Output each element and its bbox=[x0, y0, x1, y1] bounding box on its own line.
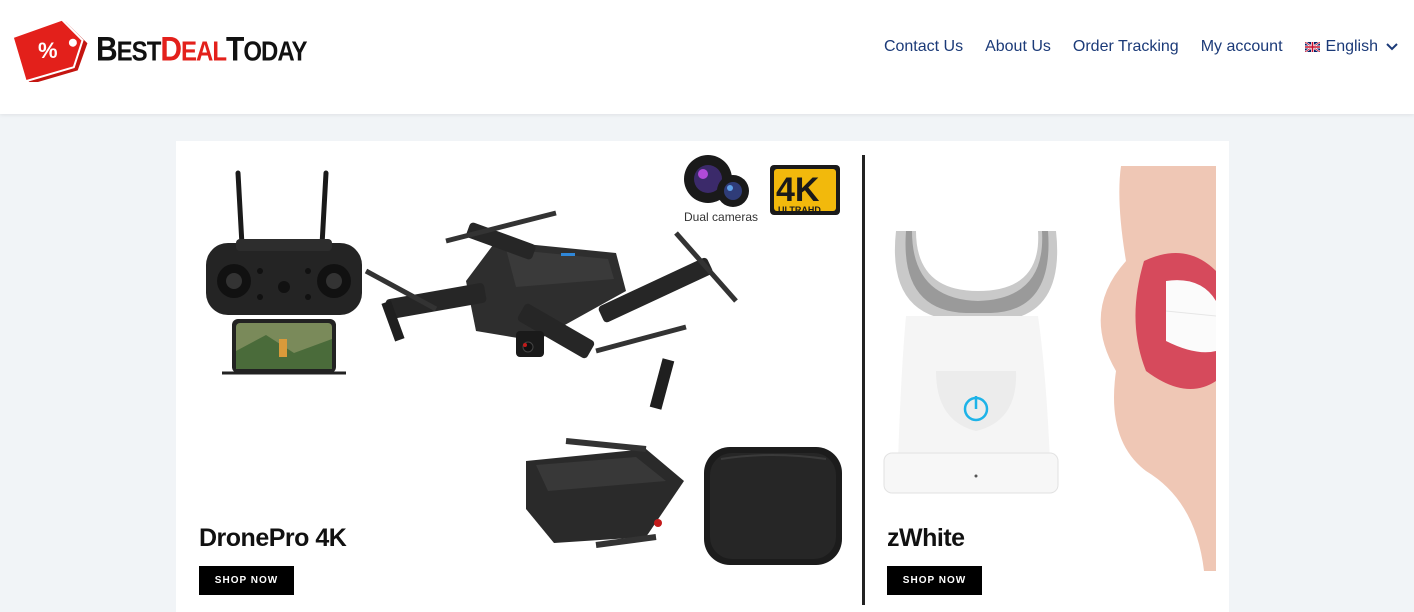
price-tag-logo-icon: % bbox=[11, 18, 92, 85]
product-banner-card: Dual cameras 4K ULTRAHD DronePro 4K SHOP… bbox=[176, 141, 1229, 612]
main-nav: Contact Us About Us Order Tracking My ac… bbox=[884, 38, 1398, 56]
folded-drone-image bbox=[526, 438, 684, 548]
product-title-dronepro[interactable]: DronePro 4K bbox=[199, 524, 347, 553]
zwhite-product-image[interactable] bbox=[866, 141, 1216, 581]
svg-text:ULTRAHD: ULTRAHD bbox=[778, 205, 821, 215]
product-divider bbox=[862, 155, 865, 605]
product-title-zwhite[interactable]: zWhite bbox=[887, 524, 965, 553]
site-logo[interactable]: % B EST D EAL T ODAY bbox=[11, 18, 308, 85]
nav-order-tracking[interactable]: Order Tracking bbox=[1073, 38, 1179, 56]
nav-contact-us[interactable]: Contact Us bbox=[884, 38, 963, 56]
product-promo-zwhite: zWhite SHOP NOW bbox=[866, 141, 1216, 612]
uk-flag-icon bbox=[1304, 42, 1320, 52]
nav-my-account[interactable]: My account bbox=[1201, 38, 1283, 56]
smile-closeup-image bbox=[1100, 166, 1216, 571]
product-promo-dronepro: Dual cameras 4K ULTRAHD DronePro 4K SHOP… bbox=[176, 141, 862, 612]
svg-text:4K: 4K bbox=[776, 171, 820, 209]
remote-controller-image bbox=[206, 170, 362, 375]
shop-now-button-zwhite[interactable]: SHOP NOW bbox=[887, 566, 982, 595]
language-label: English bbox=[1325, 38, 1378, 55]
teeth-whitening-device-image bbox=[883, 231, 1059, 494]
logo-percent-symbol: % bbox=[38, 38, 58, 63]
dual-cameras-icon: Dual cameras bbox=[684, 155, 758, 224]
drone-main-image bbox=[364, 210, 738, 410]
dual-cameras-caption: Dual cameras bbox=[684, 210, 758, 224]
4k-ultrahd-badge: 4K ULTRAHD bbox=[770, 165, 840, 215]
chevron-down-icon bbox=[1386, 43, 1398, 51]
language-switcher[interactable]: English bbox=[1304, 38, 1398, 56]
nav-about-us[interactable]: About Us bbox=[985, 38, 1051, 56]
shop-now-button-dronepro[interactable]: SHOP NOW bbox=[199, 566, 294, 595]
logo-wordmark: B EST D EAL T ODAY bbox=[96, 30, 308, 69]
carrying-case-image bbox=[704, 447, 842, 565]
site-header: % B EST D EAL T ODAY Contact Us About Us Orde… bbox=[0, 0, 1414, 114]
